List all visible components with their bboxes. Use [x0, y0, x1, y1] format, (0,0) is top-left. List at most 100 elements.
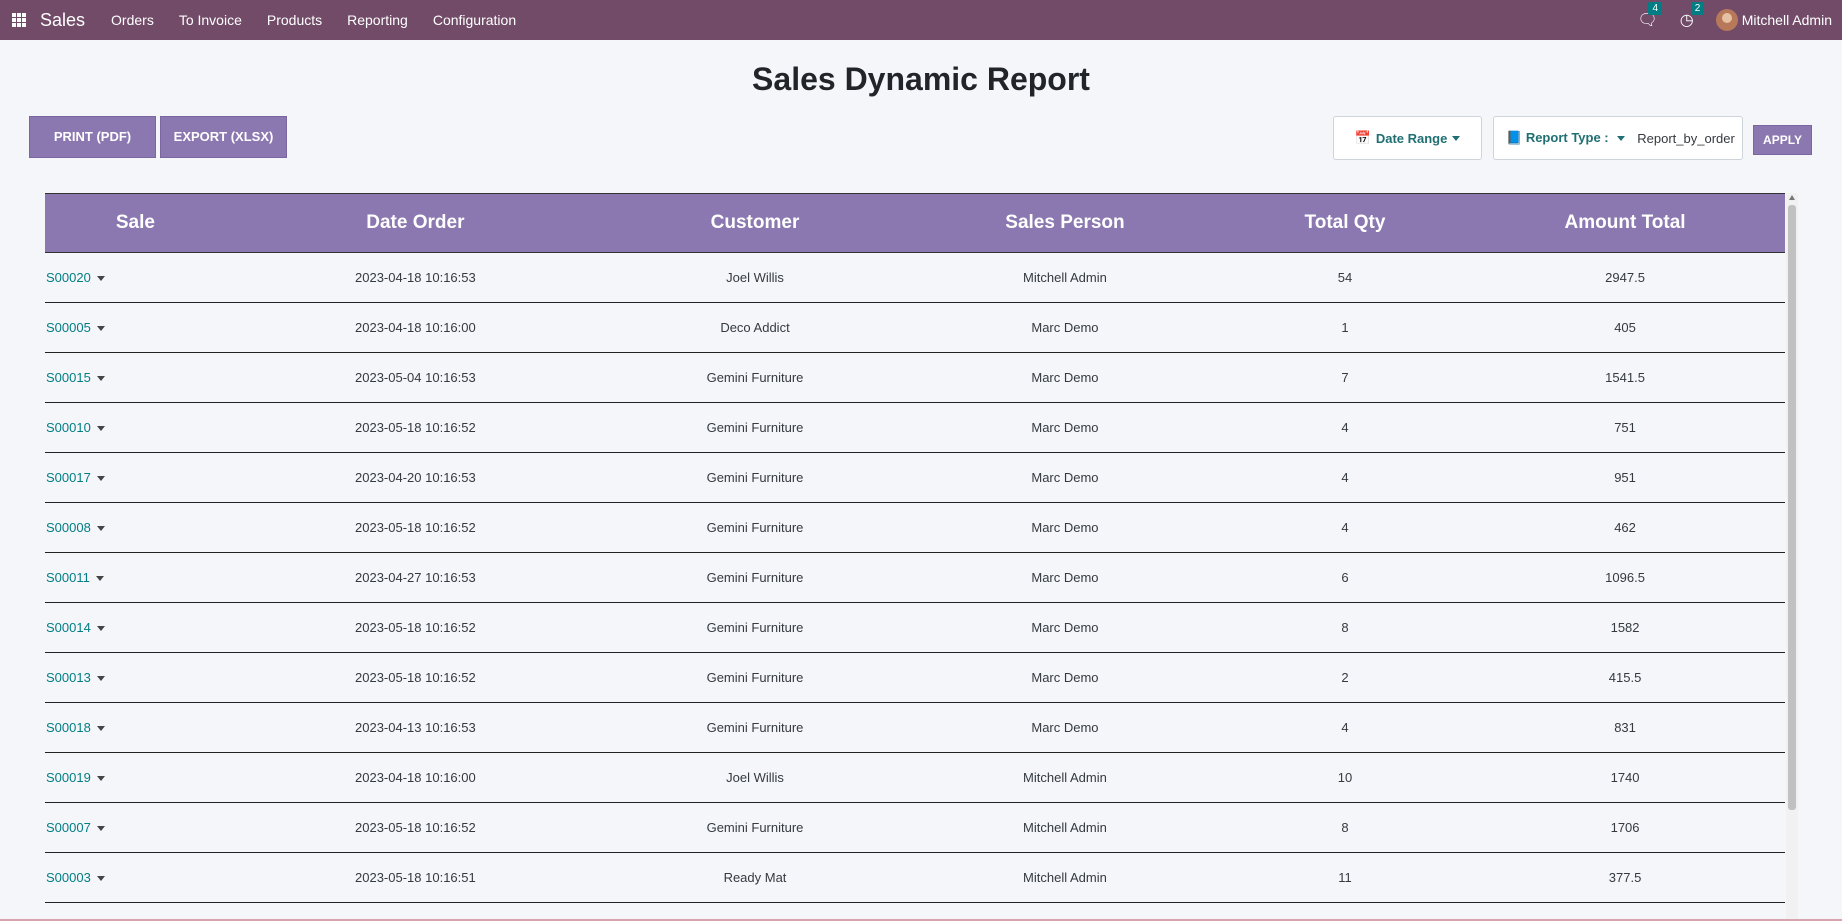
apply-button[interactable]: APPLY	[1753, 125, 1812, 155]
total-qty-cell: 4	[1224, 702, 1466, 753]
sale-cell[interactable]: S00008	[45, 502, 226, 553]
sale-cell[interactable]: S00007	[45, 802, 226, 853]
sale-link[interactable]: S00020	[46, 270, 91, 285]
export-xlsx-button[interactable]: EXPORT (XLSX)	[160, 116, 287, 158]
customer-cell: Deco Addict	[604, 302, 906, 353]
chevron-down-icon[interactable]	[95, 576, 104, 582]
sale-cell[interactable]: S00010	[45, 402, 226, 453]
total-qty-cell: 4	[1224, 402, 1466, 453]
customer-cell: Gemini Furniture	[604, 402, 906, 453]
report-type-value: Report_by_order	[1637, 130, 1735, 146]
sale-link[interactable]: S00011	[46, 570, 90, 585]
menu-products[interactable]: Products	[267, 12, 322, 28]
sale-link[interactable]: S00007	[46, 820, 91, 835]
sale-cell[interactable]: S00013	[45, 652, 226, 703]
customer-cell: Gemini Furniture	[604, 352, 906, 403]
chevron-down-icon[interactable]	[96, 426, 105, 432]
menu-configuration[interactable]: Configuration	[433, 12, 516, 28]
sales-person-cell: Marc Demo	[905, 502, 1225, 553]
sale-link[interactable]: S00019	[46, 770, 91, 785]
customer-cell: Gemini Furniture	[604, 452, 906, 503]
user-menu[interactable]: Mitchell Admin	[1715, 9, 1832, 31]
total-qty-cell: 4	[1224, 502, 1466, 553]
sale-cell[interactable]: S00018	[45, 702, 226, 753]
amount-total-cell: 2947.5	[1465, 252, 1785, 303]
table-row: S00017 2023-04-20 10:16:53 Gemini Furnitur…	[45, 452, 1785, 503]
menu-reporting[interactable]: Reporting	[347, 12, 408, 28]
sale-cell[interactable]: S00003	[45, 852, 226, 903]
activities-icon[interactable]: ◷ 2	[1680, 2, 1705, 30]
date-order-cell: 2023-05-18 10:16:52	[225, 402, 605, 453]
amount-total-cell: 405	[1465, 302, 1785, 353]
menu-to-invoice[interactable]: To Invoice	[179, 12, 242, 28]
amount-total-cell: 1582	[1465, 602, 1785, 653]
sale-link[interactable]: S00005	[46, 320, 91, 335]
date-range-label: Date Range	[1375, 130, 1448, 146]
sale-link[interactable]: S00017	[46, 470, 91, 485]
messages-icon[interactable]: 🗨 4	[1637, 2, 1663, 30]
sale-cell[interactable]: S00011	[45, 552, 226, 603]
sale-cell[interactable]: S00020	[45, 252, 226, 303]
customer-cell: Gemini Furniture	[604, 552, 906, 603]
total-qty-cell: 10	[1224, 752, 1466, 803]
chevron-down-icon[interactable]	[96, 776, 105, 782]
sale-link[interactable]: S00013	[46, 670, 91, 685]
vertical-scrollbar[interactable]	[1786, 193, 1798, 921]
total-qty-cell: 2	[1224, 652, 1466, 703]
chevron-down-icon[interactable]	[96, 376, 105, 382]
menu-orders[interactable]: Orders	[111, 12, 154, 28]
amount-total-cell: 1541.5	[1465, 352, 1785, 403]
amount-total-cell: 1740	[1465, 752, 1785, 803]
report-controls: PRINT (PDF) EXPORT (XLSX) 📅 Date Range 📘…	[0, 100, 1842, 160]
sale-link[interactable]: S00014	[46, 620, 91, 635]
report-type-dropdown[interactable]: 📘 Report Type :	[1494, 130, 1626, 146]
customer-cell: Gemini Furniture	[604, 602, 906, 653]
sale-link[interactable]: S00008	[46, 520, 91, 535]
date-order-cell: 2023-04-18 10:16:00	[225, 302, 605, 353]
scrollbar-thumb[interactable]	[1788, 205, 1796, 810]
chevron-down-icon[interactable]	[96, 676, 105, 682]
chevron-down-icon[interactable]	[96, 726, 105, 732]
chevron-down-icon[interactable]	[96, 626, 105, 632]
header-date-order: Date Order	[225, 193, 605, 253]
sale-cell[interactable]: S00015	[45, 352, 226, 403]
sale-cell[interactable]: S00017	[45, 452, 226, 503]
table-row: S00015 2023-05-04 10:16:53 Gemini Furnitur…	[45, 352, 1785, 403]
chevron-down-icon[interactable]	[96, 826, 105, 832]
sale-cell[interactable]: S00014	[45, 602, 226, 653]
customer-cell: Joel Willis	[604, 752, 906, 803]
sale-link[interactable]: S00003	[46, 870, 91, 885]
sales-person-cell: Marc Demo	[905, 602, 1225, 653]
sale-cell[interactable]: S00005	[45, 302, 226, 353]
sale-cell[interactable]: S00019	[45, 752, 226, 803]
chevron-down-icon[interactable]	[96, 526, 105, 532]
apps-menu-icon[interactable]	[12, 13, 26, 27]
scroll-up-icon[interactable]	[1789, 195, 1795, 200]
amount-total-cell: 1706	[1465, 802, 1785, 853]
chevron-down-icon[interactable]	[96, 276, 105, 282]
app-brand[interactable]: Sales	[40, 10, 85, 31]
sales-person-cell: Mitchell Admin	[905, 802, 1225, 853]
total-qty-cell: 8	[1224, 802, 1466, 853]
sales-person-cell: Marc Demo	[905, 652, 1225, 703]
total-qty-cell: 8	[1224, 602, 1466, 653]
table-row: S00007 2023-05-18 10:16:52 Gemini Furnitur…	[45, 802, 1785, 853]
date-order-cell: 2023-04-20 10:16:53	[225, 452, 605, 503]
print-pdf-button[interactable]: PRINT (PDF)	[29, 116, 156, 158]
sale-link[interactable]: S00010	[46, 420, 91, 435]
chevron-down-icon[interactable]	[96, 326, 105, 332]
chevron-down-icon[interactable]	[96, 476, 105, 482]
report-type-label: Report Type :	[1525, 130, 1609, 145]
report-table: Sale Date Order Customer Sales Person To…	[45, 193, 1785, 921]
date-order-cell: 2023-05-04 10:16:53	[225, 352, 605, 403]
customer-cell: Ready Mat	[604, 852, 906, 903]
sales-person-cell: Mitchell Admin	[905, 752, 1225, 803]
chevron-down-icon[interactable]	[96, 876, 105, 882]
total-qty-cell: 4	[1224, 452, 1466, 503]
activities-badge: 2	[1690, 2, 1705, 15]
date-range-dropdown[interactable]: 📅 Date Range	[1333, 116, 1482, 160]
sale-link[interactable]: S00018	[46, 720, 91, 735]
header-customer: Customer	[604, 193, 906, 253]
navbar-systray: 🗨 4 ◷ 2 Mitchell Admin	[1637, 2, 1832, 31]
sale-link[interactable]: S00015	[46, 370, 91, 385]
